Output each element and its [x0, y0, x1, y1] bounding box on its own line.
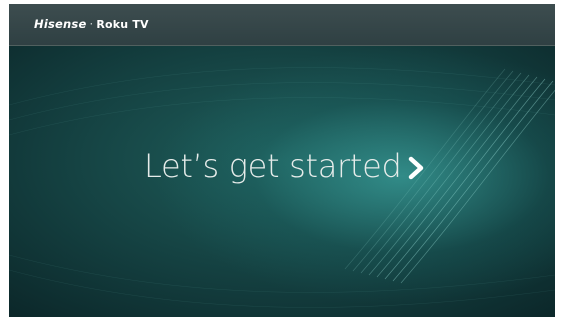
tv-screen: Hisense · Roku TV Let’s get started: [9, 4, 555, 317]
get-started-prompt[interactable]: Let’s get started: [144, 146, 426, 186]
top-bar: Hisense · Roku TV: [9, 4, 555, 46]
brand-separator: ·: [89, 17, 94, 31]
headline-text: Let’s get started: [144, 147, 402, 185]
brand-primary: Hisense: [34, 17, 87, 31]
brand-secondary: Roku TV: [96, 18, 149, 31]
chevron-right-icon: [408, 156, 423, 180]
brand-logo: Hisense · Roku TV: [34, 17, 149, 31]
